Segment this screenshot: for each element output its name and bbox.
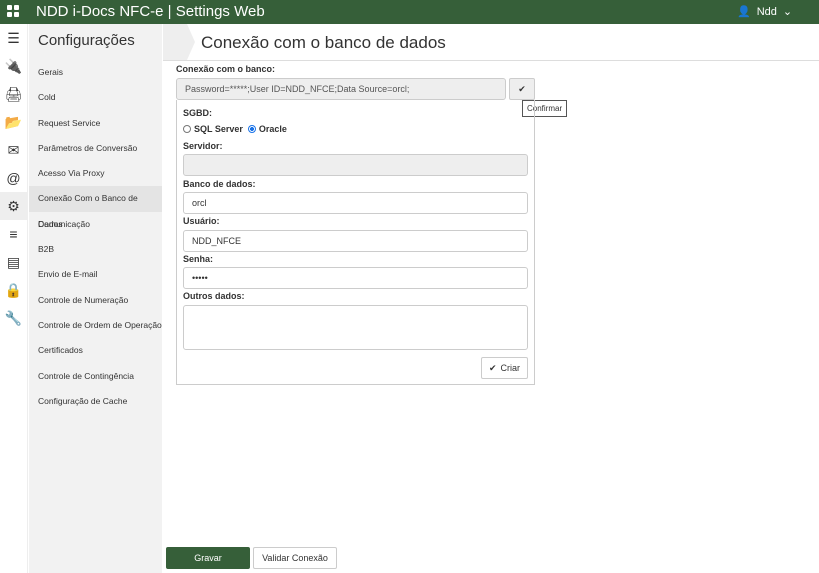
sgbd-radio-group: SQL Server Oracle [183,124,287,134]
sidebar: Configurações Gerais Cold Request Service P… [29,24,162,573]
sidebar-item[interactable]: Request Service [29,111,162,136]
connection-label: Conexão com o banco: [176,64,276,74]
other-data-label: Outros dados: [183,291,245,301]
database-icon [163,24,195,60]
database-input[interactable]: orcl [183,192,528,214]
menu-icon[interactable]: ☰ [0,24,27,52]
sidebar-item[interactable]: Controle de Contingência [29,364,162,389]
user-menu[interactable]: 👤 Ndd ⌄ [737,5,793,19]
radio-sql-server[interactable]: SQL Server [183,124,243,134]
print-icon[interactable]: 🖨 [0,80,27,108]
radio-oracle[interactable]: Oracle [247,124,287,134]
connection-string-input[interactable]: Password=*****;User ID=NDD_NFCE;Data Sou… [176,78,506,100]
sgbd-label: SGBD: [183,108,212,118]
sidebar-title: Configurações [38,32,135,49]
user-label: Usuário: [183,216,220,226]
other-data-textarea[interactable] [183,305,528,350]
sidebar-item[interactable]: Controle de Numeração [29,288,162,313]
sidebar-item[interactable]: Acesso Via Proxy [29,161,162,186]
chevron-down-icon: ⌄ [782,6,793,18]
apps-grid-icon[interactable] [7,5,19,17]
at-icon[interactable]: @ [0,164,27,192]
top-bar: NDD i-Docs NFC-e | Settings Web 👤 Ndd ⌄ [0,0,819,24]
save-button[interactable]: Gravar [166,547,250,569]
server-input[interactable] [183,154,528,176]
password-input[interactable]: ••••• [183,267,528,289]
server-label: Servidor: [183,141,223,151]
sidebar-item[interactable]: B2B [29,237,162,262]
check-icon: ✔ [488,362,497,373]
plug-icon[interactable]: 🔌 [0,52,27,80]
page-header: Conexão com o banco de dados [163,24,819,61]
gear-icon[interactable]: ⚙ [0,192,27,220]
icon-bar: ☰ 🔌 🖨 📂 ✉ @ ⚙ ≡ ▤ 🔒 🔧 [0,24,28,573]
sidebar-item[interactable]: Controle de Ordem de Operação [29,313,162,338]
sidebar-item[interactable]: Gerais [29,60,162,85]
database-label: Banco de dados: [183,179,256,189]
server-icon[interactable]: ▤ [0,248,27,276]
sidebar-item[interactable]: Configuração de Cache [29,389,162,414]
folder-open-icon[interactable]: 📂 [0,108,27,136]
wrench-icon[interactable]: 🔧 [0,304,27,332]
user-input[interactable]: NDD_NFCE [183,230,528,252]
sidebar-item[interactable]: Cold [29,85,162,110]
sidebar-item[interactable]: Parâmetros de Conversão [29,136,162,161]
create-button[interactable]: ✔ Criar [481,357,528,379]
user-name: Ndd [756,5,777,18]
sidebar-item[interactable]: Conexão Com o Banco de Dados [29,186,162,229]
lock-icon[interactable]: 🔒 [0,276,27,304]
user-icon: 👤 [737,6,751,18]
app-title: NDD i-Docs NFC-e | Settings Web [36,3,265,20]
sidebar-item[interactable]: Certificados [29,338,162,363]
sliders-icon[interactable]: ≡ [0,220,27,248]
sidebar-item[interactable]: Comunicação [29,212,162,237]
validate-connection-button[interactable]: Validar Conexão [253,547,337,569]
confirm-button[interactable]: ✔ [509,78,535,100]
envelope-icon[interactable]: ✉ [0,136,27,164]
sidebar-item[interactable]: Envio de E-mail [29,262,162,287]
check-icon: ✔ [518,83,526,94]
password-label: Senha: [183,254,214,264]
page-title: Conexão com o banco de dados [201,33,446,52]
